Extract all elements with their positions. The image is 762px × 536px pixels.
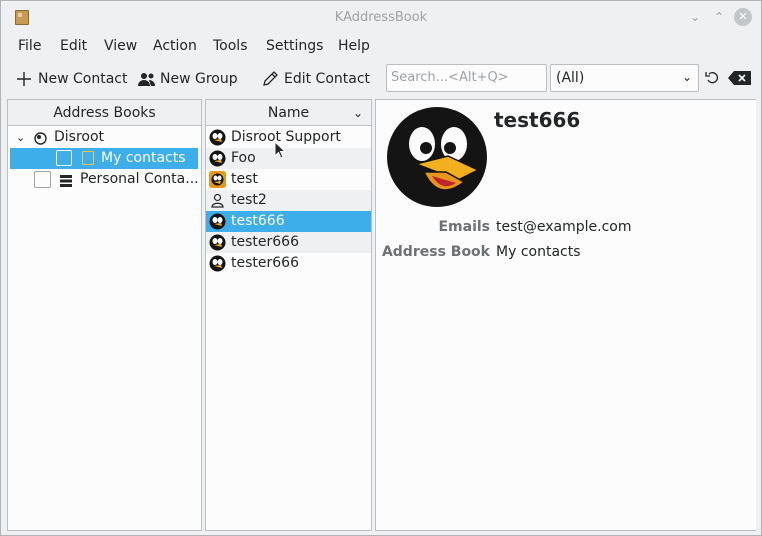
close-icon[interactable]: ✕ xyxy=(734,8,752,26)
toolbar: New Contact New Group Edit Contact Searc… xyxy=(4,61,758,97)
contact-row[interactable]: tester666 xyxy=(206,253,371,274)
contact-name: test666 xyxy=(494,108,581,132)
contact-row[interactable]: Disroot Support xyxy=(206,127,371,148)
contact-name-label: tester666 xyxy=(231,234,299,250)
sort-chevron-icon[interactable]: ⌄ xyxy=(353,100,363,126)
menu-file[interactable]: File xyxy=(18,38,41,54)
menu-edit[interactable]: Edit xyxy=(60,38,87,54)
contact-list-panel: Name ⌄ Disroot Support Foo test test2 test66… xyxy=(205,99,372,531)
group-icon xyxy=(138,71,155,87)
menu-settings[interactable]: Settings xyxy=(266,38,323,54)
contact-photo xyxy=(386,106,488,208)
menu-tools[interactable]: Tools xyxy=(213,38,248,54)
contact-row[interactable]: test666 xyxy=(206,211,371,232)
tux-small-icon xyxy=(209,213,226,230)
filter-value: (All) xyxy=(556,70,585,86)
database-icon xyxy=(60,173,72,187)
contact-row[interactable]: test xyxy=(206,169,371,190)
contact-name-label: test666 xyxy=(231,213,285,229)
tux-small-icon xyxy=(209,234,226,251)
edit-contact-label: Edit Contact xyxy=(284,71,371,87)
address-books-panel: Address Books ⌄ Disroot My contacts Pers… xyxy=(7,99,202,531)
menu-help[interactable]: Help xyxy=(338,38,370,54)
chevron-down-icon: ⌄ xyxy=(681,70,692,84)
search-input[interactable]: Search...<Alt+Q> xyxy=(386,64,547,92)
chevron-down-icon[interactable]: ⌄ xyxy=(16,127,25,148)
tree-item-label: Disroot xyxy=(54,129,105,145)
address-book-value: My contacts xyxy=(496,244,581,260)
tree-item-personal-contacts[interactable]: Personal Conta... xyxy=(8,169,201,190)
new-group-button[interactable]: New Group xyxy=(138,68,238,90)
maximize-icon[interactable]: ⌃ xyxy=(710,8,728,26)
clear-search-icon[interactable] xyxy=(728,70,752,86)
undo-icon[interactable] xyxy=(705,70,721,86)
minimize-icon[interactable]: ⌄ xyxy=(686,8,704,26)
app-window: KAddressBook ⌄ ⌃ ✕ File Edit View Action… xyxy=(0,0,762,536)
window-title: KAddressBook xyxy=(334,10,428,25)
tree-item-disroot[interactable]: ⌄ Disroot xyxy=(8,127,201,148)
title-bar: KAddressBook ⌄ ⌃ ✕ xyxy=(4,1,758,34)
new-contact-label: New Contact xyxy=(38,71,128,87)
tux-small-icon xyxy=(209,129,226,146)
address-books-header: Address Books xyxy=(8,100,201,126)
contact-name-label: test2 xyxy=(231,192,267,208)
address-book-label: Address Book xyxy=(381,244,490,260)
plus-icon xyxy=(16,71,32,87)
contact-detail-panel: test666 Emails test@example.com Address … xyxy=(375,99,756,531)
emails-label: Emails xyxy=(438,219,490,235)
contact-name-label: Foo xyxy=(231,150,256,166)
name-column-label: Name xyxy=(267,105,310,121)
address-book-icon xyxy=(82,151,94,165)
menu-bar: File Edit View Action Tools Settings Hel… xyxy=(4,34,758,60)
person-icon xyxy=(209,192,226,209)
menu-action[interactable]: Action xyxy=(153,38,197,54)
tux-small-icon xyxy=(209,255,226,272)
personal-contacts-checkbox[interactable] xyxy=(34,171,51,188)
new-contact-button[interactable]: New Contact xyxy=(16,68,127,90)
mouse-cursor-icon xyxy=(274,140,287,159)
my-contacts-checkbox[interactable] xyxy=(56,150,72,166)
new-group-label: New Group xyxy=(160,71,238,87)
tree-item-label: Personal Conta... xyxy=(80,171,199,187)
menu-view[interactable]: View xyxy=(104,38,137,54)
tree-item-label: My contacts xyxy=(101,150,186,166)
contact-name-label: tester666 xyxy=(231,255,299,271)
pencil-icon xyxy=(262,71,278,87)
globe-icon xyxy=(34,131,47,145)
orange-tux-icon xyxy=(209,171,226,188)
tux-small-icon xyxy=(209,150,226,167)
tree-item-my-contacts[interactable]: My contacts xyxy=(10,148,198,169)
contact-name-label: test xyxy=(231,171,258,187)
edit-contact-button[interactable]: Edit Contact xyxy=(262,68,370,90)
contact-row[interactable]: tester666 xyxy=(206,232,371,253)
contact-row[interactable]: test2 xyxy=(206,190,371,211)
email-link[interactable]: test@example.com xyxy=(496,219,632,235)
contact-row[interactable]: Foo xyxy=(206,148,371,169)
filter-select[interactable]: (All) ⌄ xyxy=(550,64,699,92)
name-column-header[interactable]: Name ⌄ xyxy=(206,100,371,126)
